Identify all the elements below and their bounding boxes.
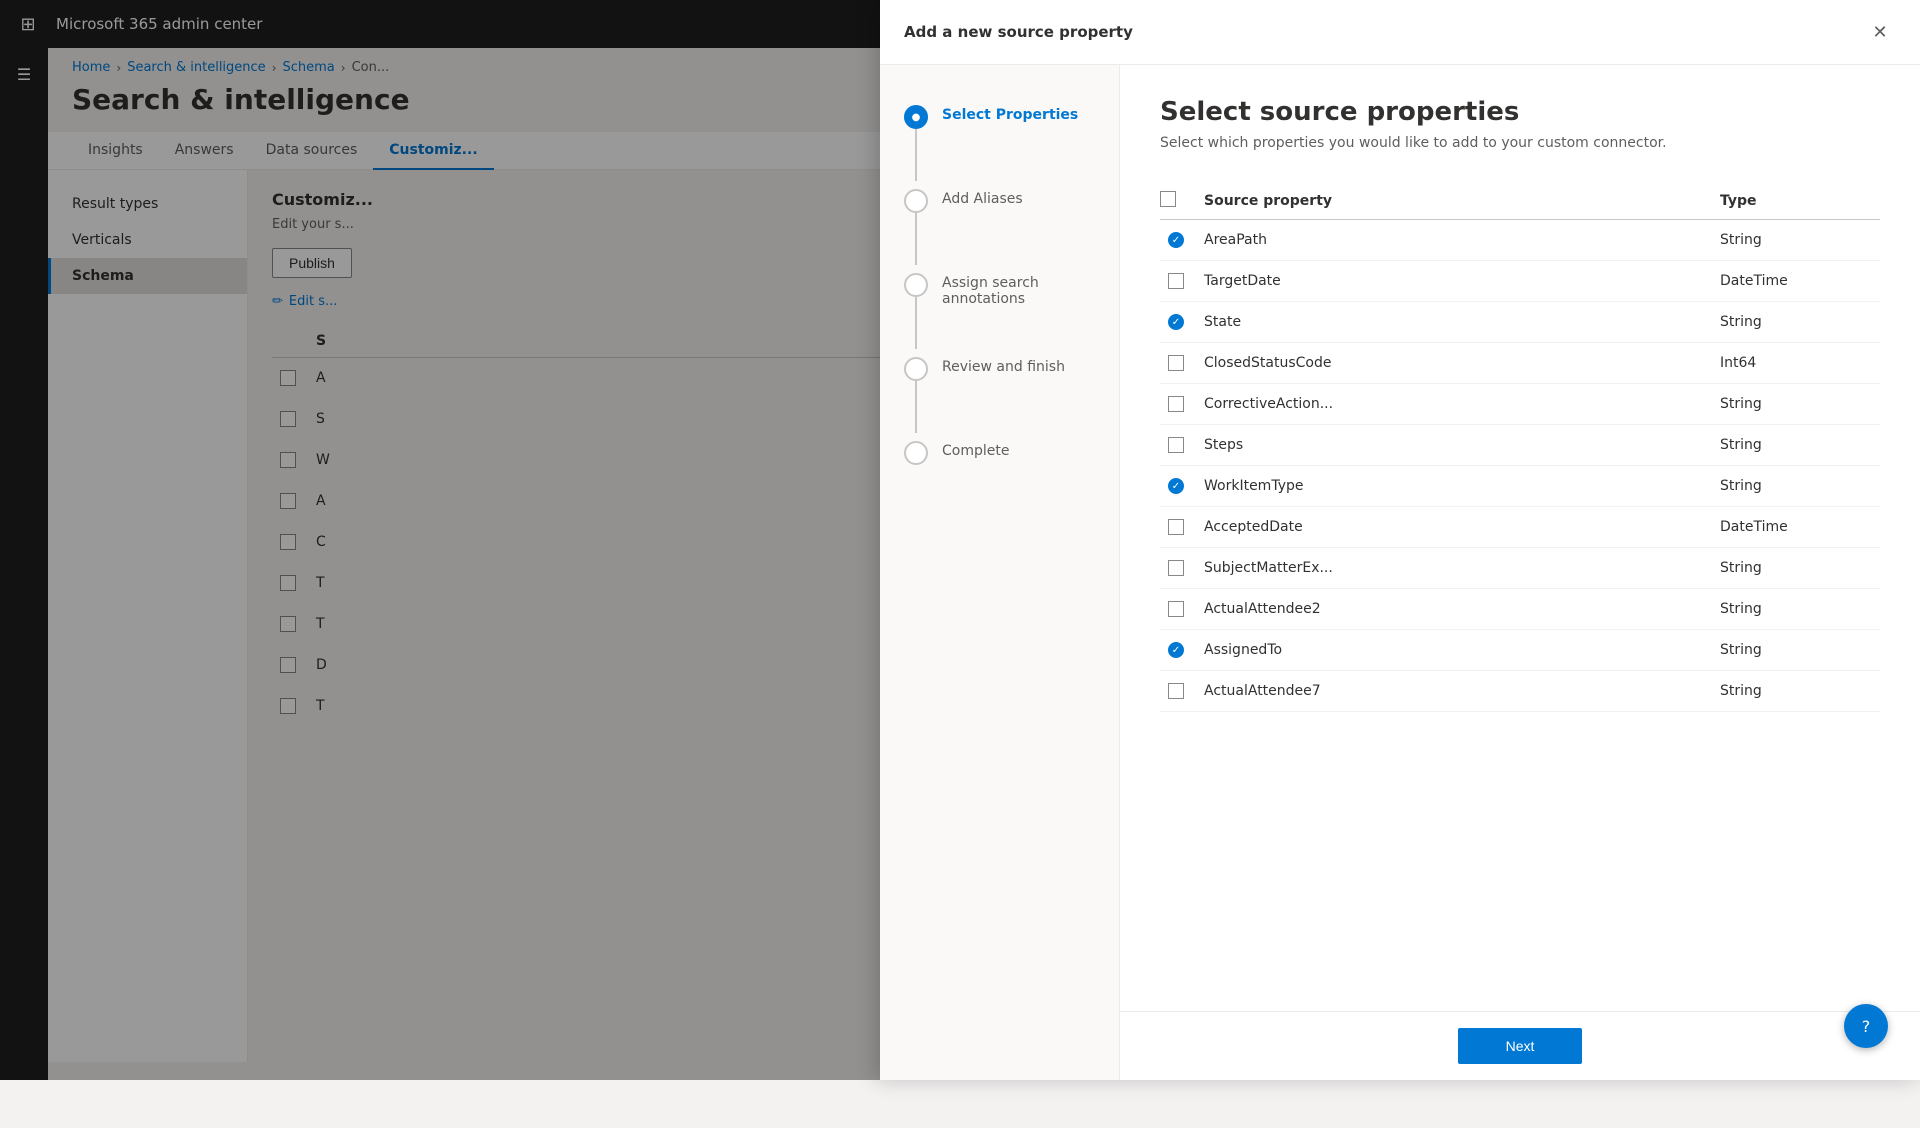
- side-panel: Add a new source property ✕ ● Select Pro…: [880, 0, 1920, 1080]
- props-source-4: CorrectiveAction...: [1204, 396, 1708, 412]
- props-type-2: String: [1720, 314, 1880, 330]
- props-row-5: Steps String: [1160, 425, 1880, 466]
- panel-title: Select source properties: [1160, 97, 1880, 127]
- wizard-step-4: Review and finish: [904, 349, 1095, 433]
- select-all-check: [1160, 191, 1192, 211]
- props-check-6[interactable]: ✓: [1168, 478, 1184, 494]
- props-check-3[interactable]: [1168, 355, 1184, 371]
- props-row-9: ActualAttendee2 String: [1160, 589, 1880, 630]
- props-row-2: ✓ State String: [1160, 302, 1880, 343]
- panel-description: Select which properties you would like t…: [1160, 135, 1880, 151]
- select-all-checkbox[interactable]: [1160, 191, 1176, 207]
- wizard-step-2-label[interactable]: Add Aliases: [942, 181, 1023, 217]
- props-row-1: TargetDate DateTime: [1160, 261, 1880, 302]
- props-source-6: WorkItemType: [1204, 478, 1708, 494]
- props-row-10: ✓ AssignedTo String: [1160, 630, 1880, 671]
- props-check-5[interactable]: [1168, 437, 1184, 453]
- props-type-5: String: [1720, 437, 1880, 453]
- props-type-6: String: [1720, 478, 1880, 494]
- wizard-step-3-label[interactable]: Assign search annotations: [942, 265, 1095, 317]
- props-type-0: String: [1720, 232, 1880, 248]
- panel-header: Add a new source property ✕: [880, 0, 1920, 65]
- panel-body: ● Select Properties Add Aliases: [880, 65, 1920, 1080]
- props-row-7: AcceptedDate DateTime: [1160, 507, 1880, 548]
- wizard-step-5-label[interactable]: Complete: [942, 433, 1009, 469]
- wizard-steps: ● Select Properties Add Aliases: [904, 97, 1095, 469]
- wizard-step-3-icon: [904, 273, 928, 297]
- props-source-1: TargetDate: [1204, 273, 1708, 289]
- wizard-step-4-icon: [904, 357, 928, 381]
- props-row-0: ✓ AreaPath String: [1160, 220, 1880, 261]
- props-row-4: CorrectiveAction... String: [1160, 384, 1880, 425]
- props-type-4: String: [1720, 396, 1880, 412]
- wizard-step-5-icon: [904, 441, 928, 465]
- wizard-step-3: Assign search annotations: [904, 265, 1095, 349]
- props-source-5: Steps: [1204, 437, 1708, 453]
- props-row-11: ActualAttendee7 String: [1160, 671, 1880, 712]
- props-check-9[interactable]: [1168, 601, 1184, 617]
- wizard-step-1-label[interactable]: Select Properties: [942, 97, 1078, 133]
- props-check-11[interactable]: [1168, 683, 1184, 699]
- props-type-10: String: [1720, 642, 1880, 658]
- props-type-1: DateTime: [1720, 273, 1880, 289]
- help-fab-button[interactable]: ?: [1844, 1004, 1888, 1048]
- panel-footer: Next: [1120, 1011, 1920, 1080]
- props-row-3: ClosedStatusCode Int64: [1160, 343, 1880, 384]
- header-source-property: Source property: [1204, 193, 1708, 209]
- panel-close-button[interactable]: ✕: [1864, 16, 1896, 48]
- properties-table: Source property Type ✓ AreaPath String T…: [1160, 183, 1880, 712]
- props-check-4[interactable]: [1168, 396, 1184, 412]
- props-row-6: ✓ WorkItemType String: [1160, 466, 1880, 507]
- props-type-3: Int64: [1720, 355, 1880, 371]
- props-source-7: AcceptedDate: [1204, 519, 1708, 535]
- props-table-header: Source property Type: [1160, 183, 1880, 220]
- wizard-navigation: ● Select Properties Add Aliases: [880, 65, 1120, 1080]
- props-check-8[interactable]: [1168, 560, 1184, 576]
- props-check-2[interactable]: ✓: [1168, 314, 1184, 330]
- wizard-step-2: Add Aliases: [904, 181, 1095, 265]
- props-source-8: SubjectMatterEx...: [1204, 560, 1708, 576]
- wizard-step-4-label[interactable]: Review and finish: [942, 349, 1065, 385]
- props-type-7: DateTime: [1720, 519, 1880, 535]
- panel-main-content: Select source properties Select which pr…: [1120, 65, 1920, 1080]
- props-source-2: State: [1204, 314, 1708, 330]
- panel-header-title: Add a new source property: [904, 23, 1133, 41]
- props-source-9: ActualAttendee2: [1204, 601, 1708, 617]
- props-source-3: ClosedStatusCode: [1204, 355, 1708, 371]
- props-type-11: String: [1720, 683, 1880, 699]
- props-type-9: String: [1720, 601, 1880, 617]
- props-row-8: SubjectMatterEx... String: [1160, 548, 1880, 589]
- wizard-step-5: Complete: [904, 433, 1095, 469]
- props-check-10[interactable]: ✓: [1168, 642, 1184, 658]
- props-check-7[interactable]: [1168, 519, 1184, 535]
- props-check-1[interactable]: [1168, 273, 1184, 289]
- header-type: Type: [1720, 193, 1880, 209]
- next-button[interactable]: Next: [1458, 1028, 1583, 1064]
- props-source-0: AreaPath: [1204, 232, 1708, 248]
- wizard-step-2-icon: [904, 189, 928, 213]
- wizard-step-1: ● Select Properties: [904, 97, 1095, 181]
- props-source-10: AssignedTo: [1204, 642, 1708, 658]
- props-check-0[interactable]: ✓: [1168, 232, 1184, 248]
- props-source-11: ActualAttendee7: [1204, 683, 1708, 699]
- props-type-8: String: [1720, 560, 1880, 576]
- wizard-step-1-icon: ●: [904, 105, 928, 129]
